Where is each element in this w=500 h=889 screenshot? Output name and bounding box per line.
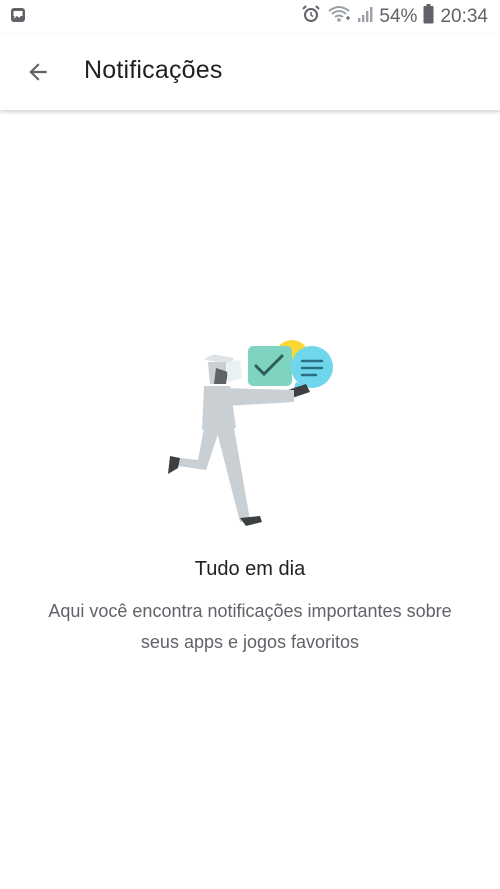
app-bar: Notificações xyxy=(0,34,500,110)
page-title: Notificações xyxy=(84,56,223,84)
battery-icon xyxy=(423,4,434,30)
person-carrying-notifications-illustration xyxy=(160,332,340,532)
notifications-screen: 54% 20:34 Notificações Tudo em dia Aqui … xyxy=(0,0,500,889)
image-icon xyxy=(10,7,26,29)
signal-icon xyxy=(357,5,373,29)
battery-percent: 54% xyxy=(379,6,418,27)
alarm-icon xyxy=(301,4,321,30)
wifi-icon xyxy=(327,4,351,30)
arrow-back-icon xyxy=(29,63,47,81)
back-button[interactable] xyxy=(14,48,62,96)
clock: 20:34 xyxy=(440,6,488,27)
status-bar: 54% 20:34 xyxy=(0,0,500,34)
empty-state-description: Aqui você encontra notificações importan… xyxy=(48,601,452,652)
empty-state-title: Tudo em dia xyxy=(194,558,306,580)
